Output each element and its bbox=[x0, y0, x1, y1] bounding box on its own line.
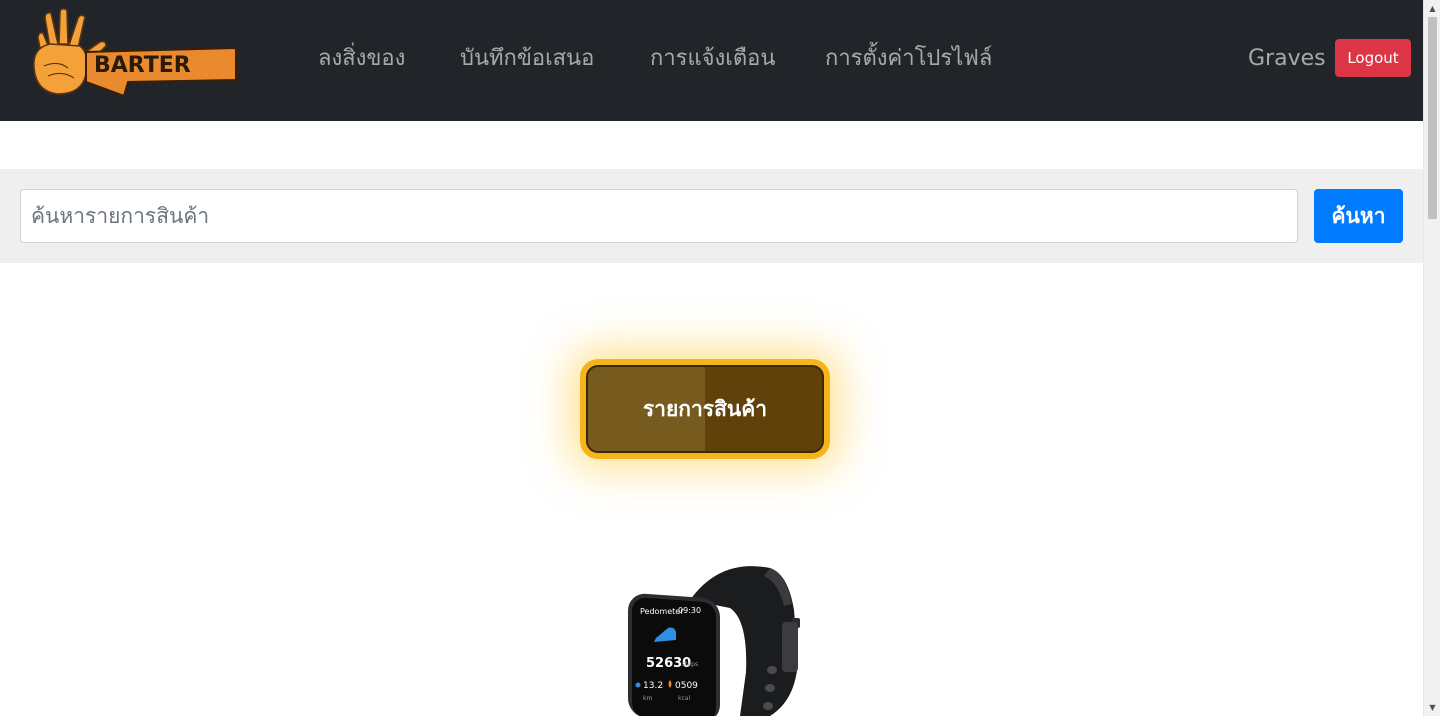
products-title-box: รายการสินค้า bbox=[580, 359, 830, 459]
watch-time: 09:30 bbox=[678, 606, 701, 615]
search-button[interactable]: ค้นหา bbox=[1314, 189, 1403, 243]
distance-icon bbox=[635, 682, 641, 688]
scroll-thumb[interactable] bbox=[1428, 17, 1437, 219]
products-title: รายการสินค้า bbox=[642, 396, 768, 421]
scroll-down-arrow-icon[interactable]: ▼ bbox=[1424, 699, 1440, 716]
product-card[interactable]: Pedometer 09:30 52630 steps 13.2 km 0509… bbox=[620, 560, 810, 716]
brand-text: BARTER bbox=[94, 53, 191, 78]
watch-distance-unit: km bbox=[643, 695, 652, 702]
watch-steps-unit: steps bbox=[682, 661, 698, 668]
user-name: Graves bbox=[1248, 46, 1326, 71]
nav-profile-settings[interactable]: การตั้งค่าโปรไฟล์ bbox=[825, 44, 992, 74]
page-scrollbar[interactable]: ▲ ▼ bbox=[1423, 0, 1440, 716]
barter-logo[interactable]: BARTER bbox=[28, 8, 240, 100]
nav-offer-records[interactable]: บันทึกข้อเสนอ bbox=[460, 44, 594, 74]
watch-distance: 13.2 bbox=[643, 681, 663, 691]
watch-calories-unit: kcal bbox=[678, 695, 690, 702]
logout-button[interactable]: Logout bbox=[1335, 39, 1411, 77]
scroll-up-arrow-icon[interactable]: ▲ bbox=[1424, 0, 1440, 17]
navbar: BARTER ลงสิ่งของ บันทึกข้อเสนอ การแจ้งเต… bbox=[0, 0, 1423, 121]
search-input[interactable] bbox=[20, 189, 1298, 243]
search-bar: ค้นหา bbox=[0, 169, 1423, 263]
nav-notifications[interactable]: การแจ้งเตือน bbox=[650, 44, 775, 74]
nav-post-item[interactable]: ลงสิ่งของ bbox=[318, 44, 405, 74]
watch-calories: 0509 bbox=[675, 681, 698, 691]
smartwatch-image[interactable]: Pedometer 09:30 52630 steps 13.2 km 0509… bbox=[620, 560, 810, 716]
